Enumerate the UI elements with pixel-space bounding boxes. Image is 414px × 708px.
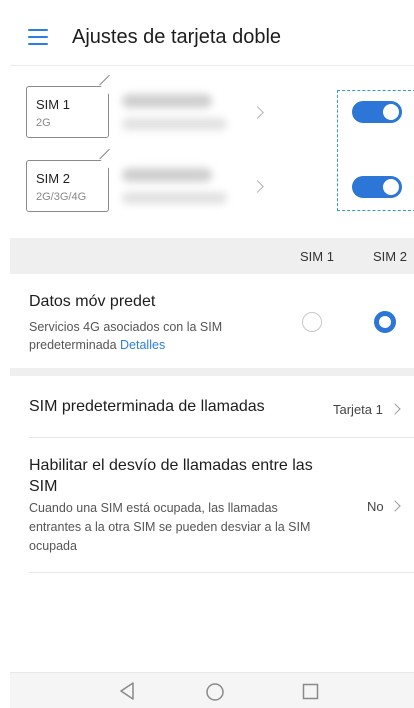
- chevron-right-icon[interactable]: [389, 403, 401, 415]
- column-sim-2: SIM 2: [373, 249, 407, 264]
- datos-subtitle: Servicios 4G asociados con la SIM predet…: [29, 320, 223, 352]
- page-title: Ajustes de tarjeta doble: [72, 26, 282, 48]
- blurred-operator-name: [122, 168, 212, 182]
- call-forwarding-title[interactable]: Habilitar el desvío de llamadas entre la…: [29, 455, 329, 497]
- default-calls-title[interactable]: SIM predeterminada de llamadas: [29, 398, 265, 416]
- row-separator: [29, 437, 414, 438]
- recent-apps-icon[interactable]: [302, 683, 319, 700]
- datos-sim-1-radio[interactable]: [302, 312, 322, 332]
- blurred-phone-number: [122, 118, 227, 130]
- section-divider: [10, 368, 414, 376]
- home-icon[interactable]: [205, 682, 225, 702]
- chevron-right-icon[interactable]: [251, 180, 264, 193]
- row-separator: [29, 572, 414, 573]
- column-sim-1: SIM 1: [300, 249, 334, 264]
- blurred-phone-number: [122, 192, 227, 204]
- sim-2-name: SIM 2: [36, 171, 70, 186]
- sim-card-icon: SIM 2 2G/3G/4G: [26, 160, 109, 212]
- app-bar: Ajustes de tarjeta doble: [10, 0, 414, 66]
- hamburger-menu-icon[interactable]: [28, 29, 48, 45]
- sim-2-network: 2G/3G/4G: [36, 191, 87, 203]
- datos-sim-2-radio-selected[interactable]: [374, 311, 396, 333]
- call-forwarding-subtitle: Cuando una SIM está ocupada, las llamada…: [29, 501, 311, 553]
- datos-title: Datos móv predet: [29, 293, 156, 310]
- sim-column-header: SIM 1 SIM 2: [10, 238, 414, 274]
- chevron-right-icon[interactable]: [251, 106, 264, 119]
- blurred-operator-name: [122, 94, 212, 108]
- details-link[interactable]: Detalles: [120, 338, 165, 352]
- sim-card-icon: SIM 1 2G: [26, 86, 109, 138]
- chevron-right-icon[interactable]: [389, 500, 401, 512]
- call-forwarding-value[interactable]: No: [367, 499, 384, 514]
- default-calls-value[interactable]: Tarjeta 1: [333, 402, 383, 417]
- system-navigation-bar: [10, 672, 414, 708]
- sim-1-name: SIM 1: [36, 97, 70, 112]
- toggle-highlight-frame: [337, 90, 414, 211]
- dual-sim-settings-screen: Ajustes de tarjeta doble SIM 1 2G SIM 2 …: [10, 0, 414, 708]
- sim-1-network: 2G: [36, 117, 51, 129]
